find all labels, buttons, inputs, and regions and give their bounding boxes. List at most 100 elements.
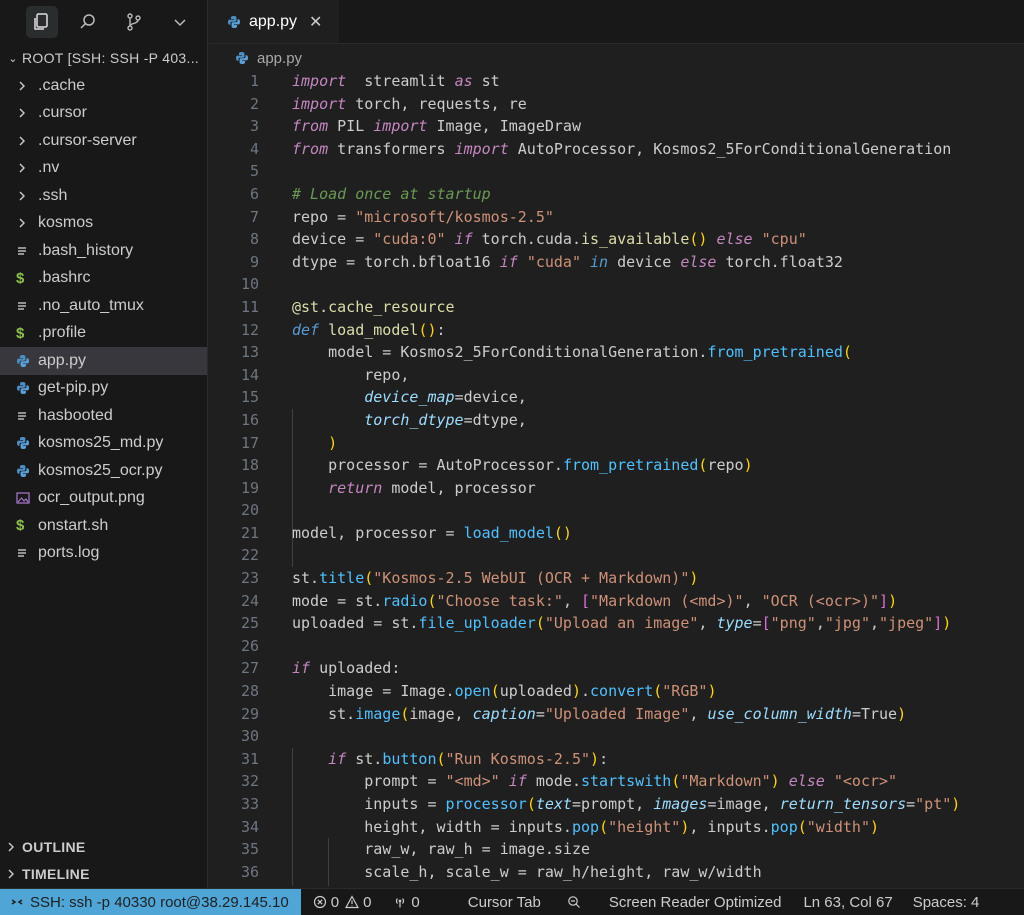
tree-folder[interactable]: .ssh — [0, 182, 207, 210]
tree-file[interactable]: ports.log — [0, 540, 207, 568]
screen-reader-button[interactable]: Screen Reader Optimized — [593, 894, 790, 911]
code-token: text — [535, 795, 572, 813]
outline-panel-header[interactable]: OUTLINE — [0, 833, 208, 860]
code-text: raw_w, raw_h = image.size — [292, 838, 590, 861]
python-file-icon — [16, 354, 38, 368]
explorer-root-header[interactable]: ⌄ ROOT [SSH: SSH -P 403... — [0, 44, 207, 72]
tree-folder[interactable]: .cursor-server — [0, 127, 207, 155]
breadcrumb[interactable]: app.py — [209, 44, 1024, 72]
code-token: open — [454, 682, 491, 701]
code-token: ) — [689, 569, 699, 588]
code-token: "Run Kosmos-2.5" — [445, 749, 591, 768]
code-token: , — [562, 591, 581, 610]
zoom-button[interactable] — [549, 895, 593, 909]
tree-folder[interactable]: .cache — [0, 72, 207, 100]
tree-file[interactable]: get-pip.py — [0, 375, 207, 403]
chevron-down-icon — [174, 19, 186, 27]
tree-file[interactable]: $ .profile — [0, 320, 207, 348]
code-token: "cpu" — [761, 230, 807, 249]
tree-item-label: .ssh — [38, 186, 68, 204]
code-token: : — [436, 320, 446, 339]
line-number: 31 — [240, 749, 259, 768]
code-token: mode. — [526, 772, 581, 791]
tree-item-label: kosmos25_ocr.py — [38, 461, 163, 479]
more-views-button[interactable] — [164, 6, 196, 38]
tree-item-label: ocr_output.png — [38, 489, 145, 507]
tree-file[interactable]: hasbooted — [0, 402, 207, 430]
search-button[interactable] — [72, 6, 104, 38]
text-file-icon — [16, 547, 38, 559]
file-tree: .cache .cursor .cursor-server .nv .ssh kosmos… — [0, 72, 207, 567]
code-text: st.image(image, caption="Uploaded Image"… — [292, 703, 906, 726]
code-token: repo, — [292, 365, 410, 384]
ports-indicator[interactable]: 0 — [379, 894, 427, 911]
timeline-panel-header[interactable]: TIMELINE — [0, 860, 208, 887]
remote-label: SSH: ssh -p 40330 root@38.29.145.10 — [30, 893, 289, 911]
code-token: radio — [382, 591, 428, 610]
remote-icon — [11, 899, 23, 905]
tree-file[interactable]: app.py — [0, 347, 207, 375]
code-token: ) — [870, 817, 880, 836]
tree-file[interactable]: kosmos25_ocr.py — [0, 457, 207, 485]
code-token: "cuda:0" — [373, 230, 446, 249]
line-number: 33 — [240, 795, 259, 813]
code-token: "cuda" — [526, 252, 581, 271]
warning-icon — [345, 895, 360, 909]
line-number: 5 — [249, 162, 259, 181]
code-token: else — [716, 230, 753, 249]
code-token: load_model — [328, 320, 419, 339]
line-number: 22 — [240, 546, 259, 565]
source-control-button[interactable] — [118, 6, 150, 38]
explorer-button[interactable] — [26, 6, 58, 38]
code-line: 4 from transformers import AutoProcessor,… — [209, 138, 1024, 161]
tree-folder[interactable]: kosmos — [0, 210, 207, 238]
code-token: ) — [743, 456, 753, 475]
chevron-right-icon — [8, 842, 14, 851]
tree-file[interactable]: $ .bashrc — [0, 265, 207, 293]
code-token: "Uploaded Image" — [544, 704, 690, 723]
tree-file[interactable]: .no_auto_tmux — [0, 292, 207, 320]
cursor-tab-button[interactable]: Cursor Tab — [428, 894, 549, 911]
code-line: 24 mode = st.radio("Choose task:", ["Mark… — [209, 590, 1024, 613]
code-token: ] — [933, 614, 943, 633]
code-token: pop — [571, 817, 600, 836]
code-line: 14 repo, — [209, 364, 1024, 387]
line-number: 4 — [249, 139, 259, 158]
code-token: , — [743, 591, 762, 610]
code-token: import — [373, 117, 428, 136]
tree-item-label: get-pip.py — [38, 379, 109, 397]
tree-folder[interactable]: .cursor — [0, 100, 207, 128]
line-number: 25 — [240, 614, 259, 633]
code-line: 7 repo = "microsoft/kosmos-2.5" — [209, 206, 1024, 229]
cursor-position-label: Ln 63, Col 67 — [803, 893, 893, 911]
code-line: 8 device = "cuda:0" if torch.cuda.is_avai… — [209, 228, 1024, 251]
close-icon[interactable]: ✕ — [309, 12, 322, 32]
tab-app-py[interactable]: app.py ✕ — [209, 0, 339, 43]
remote-indicator[interactable]: SSH: ssh -p 40330 root@38.29.145.10 — [0, 888, 301, 915]
code-line: 13 model = Kosmos2_5ForConditionalGenera… — [209, 341, 1024, 364]
tree-file[interactable]: kosmos25_md.py — [0, 430, 207, 458]
code-token: () — [553, 523, 572, 542]
code-token: ( — [535, 614, 545, 633]
line-number: 29 — [240, 704, 259, 723]
image-file-icon — [16, 491, 38, 505]
tree-file[interactable]: ocr_output.png — [0, 485, 207, 513]
editor-area: app.py ✕ app.py 1 import streamlit as st 2… — [209, 0, 1024, 888]
problems-indicator[interactable]: 0 0 — [301, 894, 380, 911]
line-number: 7 — [249, 207, 259, 226]
cursor-position[interactable]: Ln 63, Col 67 — [789, 894, 900, 911]
code-token: ) — [571, 682, 581, 701]
tree-folder[interactable]: .nv — [0, 155, 207, 183]
tree-file[interactable]: .bash_history — [0, 237, 207, 265]
tree-file[interactable]: $ onstart.sh — [0, 512, 207, 540]
code-token: caption — [472, 704, 536, 723]
code-token: ( — [427, 591, 437, 610]
code-token: ( — [797, 817, 807, 836]
indentation-button[interactable]: Spaces: 4 — [901, 894, 988, 911]
code-editor[interactable]: 1 import streamlit as st 2 import torch, re… — [209, 70, 1024, 886]
code-token: [ — [761, 614, 771, 633]
root-label: ROOT [SSH: SSH -P 403... — [22, 50, 200, 66]
